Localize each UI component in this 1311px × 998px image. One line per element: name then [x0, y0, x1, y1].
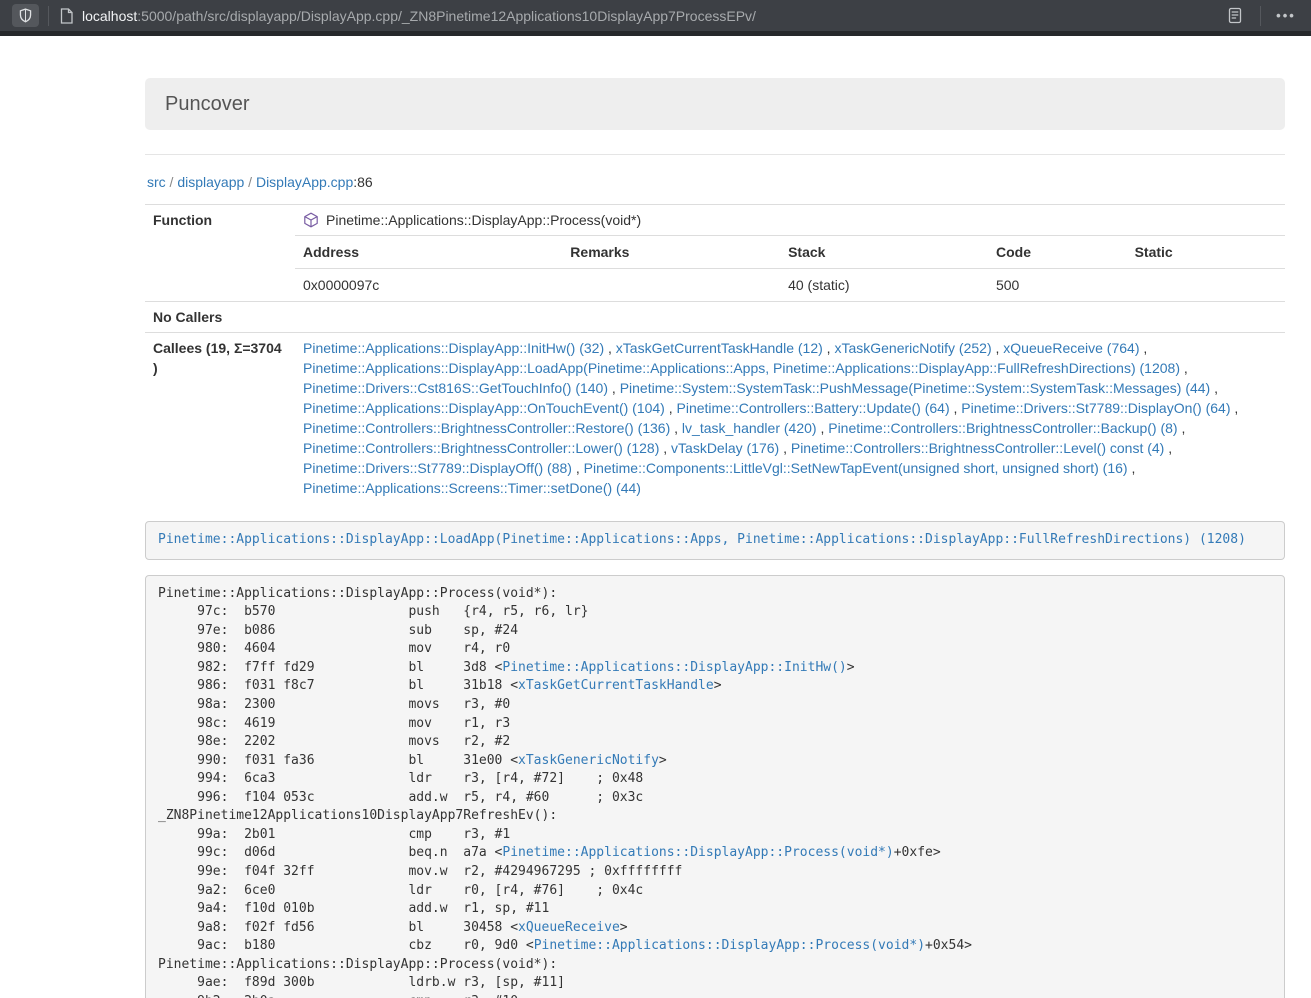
- col-header-static: Static: [1127, 236, 1285, 269]
- callee-link[interactable]: Pinetime::Applications::DisplayApp::OnTo…: [303, 400, 665, 416]
- callee-link[interactable]: Pinetime::Drivers::Cst816S::GetTouchInfo…: [303, 380, 608, 396]
- cell-remarks: [562, 269, 780, 302]
- assembly-symbol-link[interactable]: Pinetime::Applications::DisplayApp::Init…: [502, 660, 846, 675]
- menu-button[interactable]: •••: [1273, 4, 1299, 28]
- callees-list: Pinetime::Applications::DisplayApp::Init…: [295, 333, 1285, 504]
- assembly-symbol-link[interactable]: Pinetime::Applications::DisplayApp::Proc…: [502, 845, 893, 860]
- highlighted-symbol-box: Pinetime::Applications::DisplayApp::Load…: [145, 521, 1285, 560]
- callees-label: Callees (19, Σ=3704 ): [145, 333, 295, 504]
- assembly-symbol-link[interactable]: xQueueReceive: [518, 920, 620, 935]
- callees-row: Callees (19, Σ=3704 ) Pinetime::Applicat…: [145, 333, 1285, 504]
- callee-link[interactable]: Pinetime::System::SystemTask::PushMessag…: [620, 380, 1211, 396]
- callee-link[interactable]: lv_task_handler (420): [682, 420, 817, 436]
- brand-title[interactable]: Puncover: [165, 93, 250, 116]
- callee-link[interactable]: Pinetime::Applications::Screens::Timer::…: [303, 480, 641, 496]
- assembly-listing: Pinetime::Applications::DisplayApp::Proc…: [145, 575, 1285, 998]
- col-header-code: Code: [988, 236, 1127, 269]
- cell-stack: 40 (static): [780, 269, 988, 302]
- function-row-label: Function: [145, 205, 295, 302]
- col-header-address: Address: [295, 236, 562, 269]
- divider-rule: [145, 154, 1285, 155]
- callee-line: Pinetime::Drivers::St7789::DisplayOff() …: [303, 458, 1277, 478]
- col-header-remarks: Remarks: [562, 236, 780, 269]
- cell-static: [1127, 269, 1285, 302]
- function-name: Pinetime::Applications::DisplayApp::Proc…: [326, 210, 641, 230]
- breadcrumb-link[interactable]: DisplayApp.cpp: [256, 174, 353, 190]
- assembly-symbol-link[interactable]: xTaskGenericNotify: [518, 753, 659, 768]
- url-path: :5000/path/src/displayapp/DisplayApp.cpp…: [137, 8, 756, 24]
- callee-link[interactable]: Pinetime::Components::LittleVgl::SetNewT…: [584, 460, 1128, 476]
- function-table: Function Pinetime::Applications::Display…: [145, 204, 1285, 503]
- callee-line: Pinetime::Controllers::BrightnessControl…: [303, 438, 1277, 458]
- callee-line: Pinetime::Applications::DisplayApp::OnTo…: [303, 398, 1277, 418]
- page-container: Puncover src / displayapp / DisplayApp.c…: [145, 78, 1285, 998]
- callee-link[interactable]: Pinetime::Controllers::BrightnessControl…: [303, 420, 670, 436]
- function-name-wrap: Pinetime::Applications::DisplayApp::Proc…: [295, 205, 1285, 235]
- col-header-stack: Stack: [780, 236, 988, 269]
- shield-button[interactable]: [12, 4, 39, 27]
- callee-link[interactable]: xTaskGenericNotify (252): [834, 340, 991, 356]
- toolbar-divider-right: [1260, 6, 1261, 26]
- cell-code: 500: [988, 269, 1127, 302]
- callee-link[interactable]: Pinetime::Drivers::St7789::DisplayOff() …: [303, 460, 572, 476]
- callee-line: Pinetime::Controllers::BrightnessControl…: [303, 418, 1277, 438]
- callee-line: Pinetime::Applications::Screens::Timer::…: [303, 478, 1277, 498]
- reader-mode-button[interactable]: [1222, 4, 1248, 28]
- callee-link[interactable]: xTaskGetCurrentTaskHandle (12): [616, 340, 823, 356]
- function-detail-table: Address Remarks Stack Code Static 0x0000…: [295, 235, 1285, 301]
- url-bar[interactable]: localhost:5000/path/src/displayapp/Displ…: [49, 0, 1222, 31]
- breadcrumb: src / displayapp / DisplayApp.cpp:86: [147, 174, 1285, 190]
- no-callers-label: No Callers: [145, 302, 295, 333]
- package-cube-icon: [303, 212, 326, 228]
- callee-link[interactable]: Pinetime::Controllers::BrightnessControl…: [303, 440, 659, 456]
- breadcrumb-separator: /: [244, 174, 256, 190]
- assembly-symbol-link[interactable]: xTaskGetCurrentTaskHandle: [518, 678, 714, 693]
- reader-mode-icon: [1227, 7, 1243, 24]
- page-icon: [59, 8, 74, 24]
- callee-line: Pinetime::Applications::DisplayApp::Init…: [303, 338, 1277, 358]
- assembly-symbol-link[interactable]: Pinetime::Applications::DisplayApp::Proc…: [534, 938, 925, 953]
- callee-link[interactable]: Pinetime::Controllers::Battery::Update()…: [677, 400, 950, 416]
- breadcrumb-link[interactable]: displayapp: [177, 174, 244, 190]
- callee-link[interactable]: Pinetime::Applications::DisplayApp::Init…: [303, 340, 604, 356]
- app-navbar: Puncover: [145, 78, 1285, 130]
- highlighted-symbol-link[interactable]: Pinetime::Applications::DisplayApp::Load…: [158, 532, 1246, 547]
- callee-link[interactable]: Pinetime::Applications::DisplayApp::Load…: [303, 360, 1180, 376]
- detail-data-row: 0x0000097c 40 (static) 500: [295, 269, 1285, 302]
- breadcrumb-link[interactable]: src: [147, 174, 166, 190]
- shield-icon: [18, 8, 33, 23]
- breadcrumb-line-number: :86: [353, 174, 372, 190]
- detail-header-row: Address Remarks Stack Code Static: [295, 236, 1285, 269]
- callee-link[interactable]: Pinetime::Drivers::St7789::DisplayOn() (…: [961, 400, 1230, 416]
- cell-address: 0x0000097c: [295, 269, 562, 302]
- callee-link[interactable]: xQueueReceive (764): [1003, 340, 1139, 356]
- callee-line: Pinetime::Drivers::Cst816S::GetTouchInfo…: [303, 378, 1277, 398]
- menu-dots-icon: •••: [1276, 8, 1296, 23]
- callee-line: Pinetime::Applications::DisplayApp::Load…: [303, 358, 1277, 378]
- callee-link[interactable]: Pinetime::Controllers::BrightnessControl…: [791, 440, 1164, 456]
- function-row: Function Pinetime::Applications::Display…: [145, 205, 1285, 302]
- url-host: localhost: [82, 8, 137, 24]
- callee-link[interactable]: Pinetime::Controllers::BrightnessControl…: [828, 420, 1177, 436]
- breadcrumb-separator: /: [166, 174, 178, 190]
- toolbar-bottom-strip: [0, 31, 1311, 36]
- no-callers-row: No Callers: [145, 302, 1285, 333]
- callee-link[interactable]: vTaskDelay (176): [671, 440, 779, 456]
- browser-toolbar: localhost:5000/path/src/displayapp/Displ…: [0, 0, 1311, 31]
